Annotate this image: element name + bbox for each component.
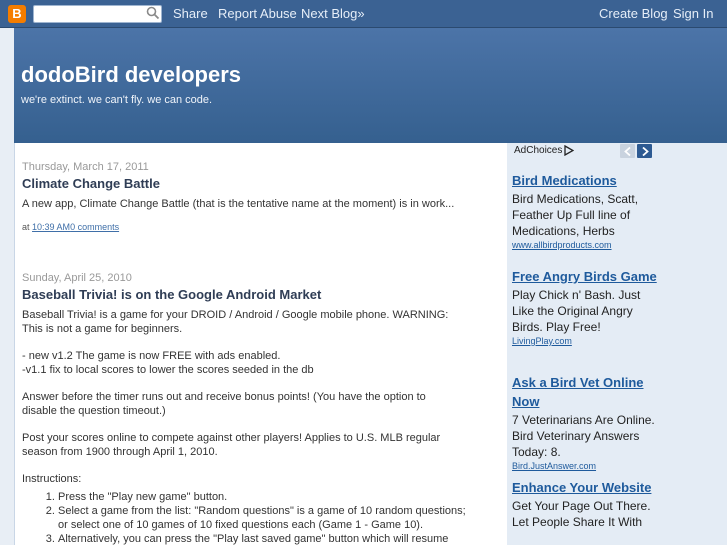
ad-title-link[interactable]: Ask a Bird Vet Online Now (512, 373, 662, 411)
ad-unit: Ask a Bird Vet Online Now 7 Veterinarian… (512, 373, 662, 471)
post-body-line: season from 1900 through April 1, 2010. (22, 446, 218, 458)
post-time-link[interactable]: 10:39 AM (32, 222, 70, 232)
adchoices-label[interactable]: AdChoices (514, 145, 575, 156)
ad-url-link[interactable]: LivingPlay.com (512, 336, 662, 346)
post-body-line: - new v1.2 The game is now FREE with ads… (22, 350, 281, 362)
ad-unit: Bird Medications Bird Medications, Scatt… (512, 171, 662, 250)
post-title[interactable]: Climate Change Battle (22, 176, 482, 191)
post-body-line: Instructions: (22, 473, 82, 485)
list-item: Select a game from the list: "Random que… (58, 504, 482, 532)
create-blog-link[interactable]: Create Blog (599, 6, 668, 21)
ad-text: Bird Medications, Scatt, Feather Up Full… (512, 192, 639, 238)
adchoices-text[interactable]: AdChoices (514, 145, 562, 156)
ad-title-link[interactable]: Bird Medications (512, 171, 662, 190)
list-item-line: Select a game from the list: "Random que… (58, 505, 466, 517)
ad-prev-button[interactable] (620, 144, 635, 158)
post-body: A new app, Climate Change Battle (that i… (22, 198, 455, 210)
post-title[interactable]: Baseball Trivia! is on the Google Androi… (22, 287, 482, 302)
post-footer-prefix: at (22, 222, 30, 232)
search-input[interactable] (33, 5, 162, 23)
ad-unit: Free Angry Birds Game Play Chick n' Bash… (512, 267, 662, 346)
post: Thursday, March 17, 2011 Climate Change … (22, 161, 482, 232)
post-body-line: Post your scores online to compete again… (22, 432, 441, 444)
post-date: Thursday, March 17, 2011 (22, 161, 149, 173)
navbar: B Share Report Abuse Next Blog» Create B… (0, 0, 727, 28)
post-body-line: Baseball Trivia! is a game for your DROI… (22, 309, 449, 321)
post: Sunday, April 25, 2010 Baseball Trivia! … (22, 272, 482, 545)
list-item: Alternatively, you can press the "Play l… (58, 532, 482, 545)
post-date: Sunday, April 25, 2010 (22, 272, 132, 284)
chevron-right-icon (641, 146, 649, 156)
list-item-line: or select one of 10 games of 10 fixed qu… (58, 519, 424, 531)
post-body-line: Answer before the timer runs out and rec… (22, 391, 426, 403)
ad-title-link[interactable]: Free Angry Birds Game (512, 267, 662, 286)
list-item: Press the "Play new game" button. (58, 490, 482, 504)
post-body-line: -v1.1 fix to local scores to lower the s… (22, 364, 314, 376)
ad-url-link[interactable]: www.allbirdproducts.com (512, 240, 662, 250)
next-blog-link[interactable]: Next Blog» (301, 6, 365, 21)
ad-next-button[interactable] (637, 144, 652, 158)
blogger-logo-icon[interactable]: B (8, 5, 26, 23)
ad-url-link[interactable]: Bird.JustAnswer.com (512, 461, 662, 471)
post-body-line: This is not a game for beginners. (22, 323, 183, 335)
ad-text: 7 Veterinarians Are Online. Bird Veterin… (512, 413, 655, 459)
share-link[interactable]: Share (173, 6, 208, 21)
blog-header: dodoBird developers we're extinct. we ca… (14, 28, 727, 143)
blog-description: we're extinct. we can't fly. we can code… (21, 94, 213, 106)
ad-text: Play Chick n' Bash. Just Like the Origin… (512, 288, 641, 334)
post-body-line: disable the question timeout.) (22, 405, 166, 417)
ad-title-link[interactable]: Enhance Your Website (512, 478, 662, 497)
ad-unit: Enhance Your Website Get Your Page Out T… (512, 478, 662, 530)
ad-text: Get Your Page Out There. Let People Shar… (512, 499, 651, 529)
report-abuse-link[interactable]: Report Abuse (218, 6, 297, 21)
post-body: Baseball Trivia! is a game for your DROI… (22, 308, 482, 486)
blog-title[interactable]: dodoBird developers (21, 62, 241, 88)
chevron-left-icon (623, 146, 631, 156)
sign-in-link[interactable]: Sign In (673, 6, 713, 21)
search-icon[interactable] (146, 6, 160, 20)
adchoices-icon[interactable] (564, 145, 575, 156)
post-footer: at 10:39 AM0 comments (22, 222, 482, 232)
post-comments-link[interactable]: 0 comments (70, 222, 119, 232)
instructions-list: Press the "Play new game" button. Select… (58, 490, 482, 545)
